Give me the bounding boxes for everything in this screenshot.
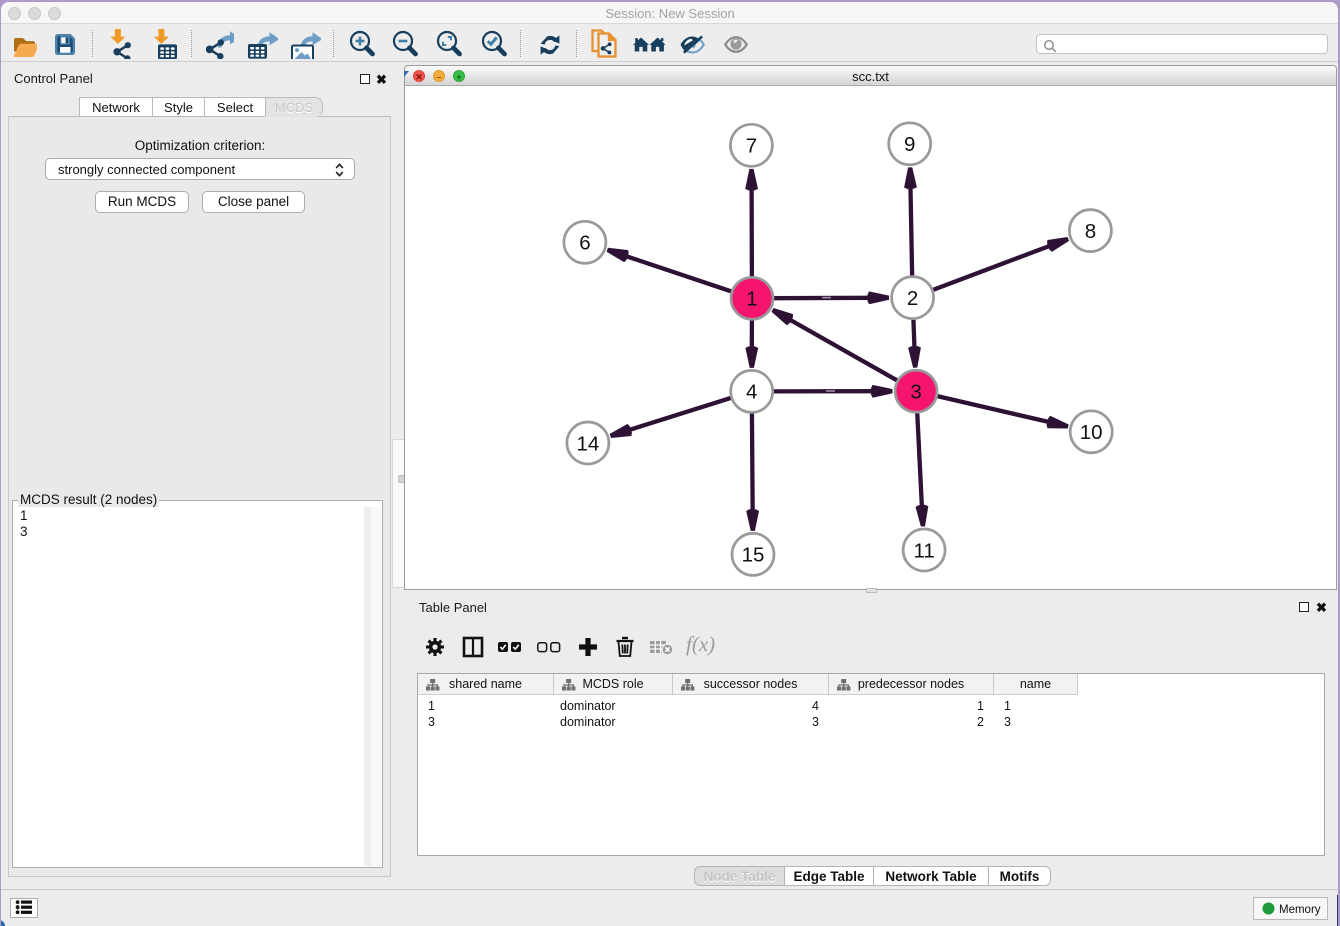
svg-text:10: 10 xyxy=(1079,421,1102,444)
svg-text:3: 3 xyxy=(910,380,921,403)
svg-text:4: 4 xyxy=(745,380,756,403)
svg-text:6: 6 xyxy=(579,231,590,254)
svg-text:7: 7 xyxy=(745,134,756,157)
svg-text:11: 11 xyxy=(913,539,934,562)
svg-text:9: 9 xyxy=(903,133,914,156)
svg-text:1: 1 xyxy=(746,287,757,310)
svg-text:8: 8 xyxy=(1084,219,1095,242)
svg-text:15: 15 xyxy=(741,543,764,566)
svg-text:2: 2 xyxy=(906,286,917,309)
svg-text:14: 14 xyxy=(576,432,599,455)
